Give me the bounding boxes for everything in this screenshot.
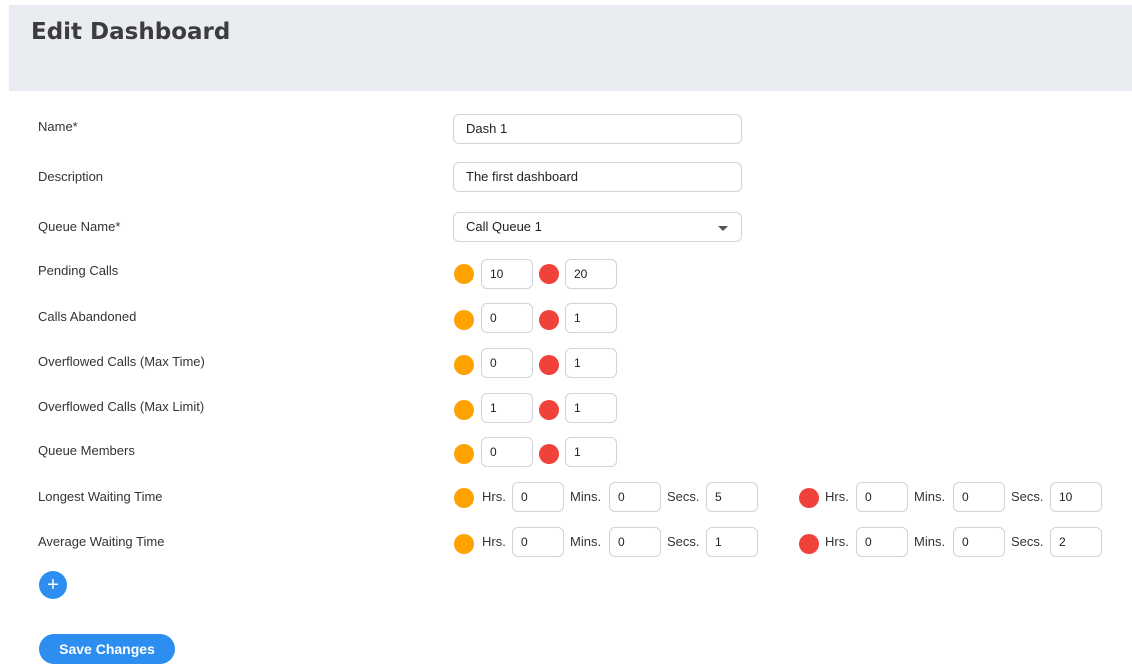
seconds-label: Secs. xyxy=(1011,534,1044,549)
average-wait-critical-seconds-input[interactable]: 2 xyxy=(1050,527,1102,557)
average-wait-warning-seconds-input[interactable]: 1 xyxy=(706,527,758,557)
warning-dot-icon xyxy=(454,310,474,330)
queue-name-label: Queue Name* xyxy=(38,219,121,234)
add-threshold-button[interactable]: + xyxy=(39,571,67,599)
queue-name-select[interactable]: Call Queue 1 xyxy=(453,212,742,242)
overflow-limit-label: Overflowed Calls (Max Limit) xyxy=(38,399,205,414)
pending-calls-critical-input[interactable]: 20 xyxy=(565,259,617,289)
warning-dot-icon xyxy=(454,444,474,464)
name-label: Name* xyxy=(38,119,78,134)
longest-wait-critical-hours-input[interactable]: 0 xyxy=(856,482,908,512)
seconds-label: Secs. xyxy=(1011,489,1044,504)
seconds-label: Secs. xyxy=(667,489,700,504)
page-header: Edit Dashboard xyxy=(9,5,1132,91)
pending-calls-label: Pending Calls xyxy=(38,263,119,278)
overflow-limit-warning-input[interactable]: 1 xyxy=(481,393,533,423)
overflow-time-critical-input[interactable]: 1 xyxy=(565,348,617,378)
average-wait-warning-minutes-input[interactable]: 0 xyxy=(609,527,661,557)
pending-calls-warning-input[interactable]: 10 xyxy=(481,259,533,289)
critical-dot-icon xyxy=(539,310,559,330)
hours-label: Hrs. xyxy=(482,534,506,549)
chevron-down-icon xyxy=(718,226,728,231)
longest-wait-critical-seconds-input[interactable]: 10 xyxy=(1050,482,1102,512)
name-input[interactable]: Dash 1 xyxy=(453,114,742,144)
critical-dot-icon xyxy=(539,444,559,464)
average-wait-critical-hours-input[interactable]: 0 xyxy=(856,527,908,557)
longest-wait-label: Longest Waiting Time xyxy=(38,489,163,504)
longest-wait-warning-minutes-input[interactable]: 0 xyxy=(609,482,661,512)
hours-label: Hrs. xyxy=(825,489,849,504)
critical-dot-icon xyxy=(539,400,559,420)
hours-label: Hrs. xyxy=(825,534,849,549)
warning-dot-icon xyxy=(454,264,474,284)
description-label: Description xyxy=(38,169,104,184)
overflow-time-label: Overflowed Calls (Max Time) xyxy=(38,354,205,369)
queue-members-critical-input[interactable]: 1 xyxy=(565,437,617,467)
critical-dot-icon xyxy=(539,264,559,284)
longest-wait-warning-hours-input[interactable]: 0 xyxy=(512,482,564,512)
queue-members-warning-input[interactable]: 0 xyxy=(481,437,533,467)
warning-dot-icon xyxy=(454,400,474,420)
plus-icon: + xyxy=(47,574,59,596)
overflow-limit-critical-input[interactable]: 1 xyxy=(565,393,617,423)
hours-label: Hrs. xyxy=(482,489,506,504)
calls-abandoned-warning-input[interactable]: 0 xyxy=(481,303,533,333)
warning-dot-icon xyxy=(454,534,474,554)
calls-abandoned-critical-input[interactable]: 1 xyxy=(565,303,617,333)
seconds-label: Secs. xyxy=(667,534,700,549)
minutes-label: Mins. xyxy=(914,534,946,549)
longest-wait-critical-minutes-input[interactable]: 0 xyxy=(953,482,1005,512)
longest-wait-warning-seconds-input[interactable]: 5 xyxy=(706,482,758,512)
page-title: Edit Dashboard xyxy=(31,19,231,45)
description-input[interactable]: The first dashboard xyxy=(453,162,742,192)
queue-members-label: Queue Members xyxy=(38,443,135,458)
warning-dot-icon xyxy=(454,488,474,508)
average-wait-label: Average Waiting Time xyxy=(38,534,165,549)
average-wait-warning-hours-input[interactable]: 0 xyxy=(512,527,564,557)
save-changes-button[interactable]: Save Changes xyxy=(39,634,175,664)
critical-dot-icon xyxy=(539,355,559,375)
average-wait-critical-minutes-input[interactable]: 0 xyxy=(953,527,1005,557)
minutes-label: Mins. xyxy=(570,534,602,549)
queue-name-selected-value: Call Queue 1 xyxy=(466,219,542,234)
warning-dot-icon xyxy=(454,355,474,375)
critical-dot-icon xyxy=(799,488,819,508)
overflow-time-warning-input[interactable]: 0 xyxy=(481,348,533,378)
minutes-label: Mins. xyxy=(914,489,946,504)
critical-dot-icon xyxy=(799,534,819,554)
minutes-label: Mins. xyxy=(570,489,602,504)
calls-abandoned-label: Calls Abandoned xyxy=(38,309,137,324)
